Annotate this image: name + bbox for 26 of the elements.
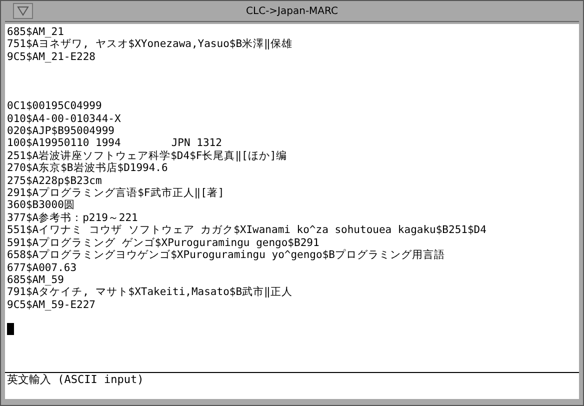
record-line: 360$B3000圆 — [7, 199, 76, 212]
record-line: 010$A4-00-010344-X — [7, 112, 122, 126]
record-line: 591$Aプログラミング ゲンゴ$XPuroguramingu gengo$B291 — [7, 236, 320, 249]
record-line: 791$Aタケイチ, マサト$XTakeiti,Masato$B武市‖正人 — [7, 286, 294, 299]
record-line: 020$AJP$B95004999 — [7, 125, 116, 138]
record-line: 685$AM_59 — [7, 274, 65, 286]
record-line: 9C5$AM_59-E227 — [7, 298, 97, 312]
record-line: 251$A岩波讲座ソフトウェア科学$D4$F长尾真‖[ほか]编 — [7, 150, 288, 162]
record-line: 275$A228p$B23cm — [7, 174, 103, 187]
record-line: 291$Aプログラミング言语$F武市正人‖[著] — [7, 187, 226, 200]
record-line: 658$Aプログラミングヨウゲンゴ$XPuroguramingu yo^gengo$Bプログラミング用言語 — [7, 249, 446, 262]
record-line: 685$AM_21 — [7, 26, 65, 38]
text-area[interactable] — [5, 24, 579, 372]
text-cursor — [7, 323, 14, 336]
record-line: 677$A007.63 — [7, 262, 78, 274]
record-line: 0C1$00195C04999 — [7, 100, 103, 113]
record-line: 9C5$AM_21-E228 — [7, 50, 97, 64]
record-line: 751$Aヨネザワ, ヤスオ$XYonezawa,Yasuo$B米澤‖保雄 — [7, 38, 294, 51]
input-mode-text: 英文輸入 (ASCII input) — [7, 373, 144, 386]
window-menu-button[interactable] — [13, 3, 33, 19]
window-title: CLC->Japan-MARC — [246, 6, 339, 16]
record-line: 551$Aイワナミ コウザ ソフトウェア カガク$XIwanami ko^za sohutouea kagaku$B251$D4 — [7, 224, 488, 237]
record-line: 377$A参考书：p219～221 — [7, 212, 139, 224]
triangle-icon — [17, 6, 29, 16]
record-line: 100$A19950110 1994 JPN 1312 — [7, 137, 223, 150]
record-line: 270$A东京$B岩波书店$D1994.6 — [7, 162, 169, 175]
